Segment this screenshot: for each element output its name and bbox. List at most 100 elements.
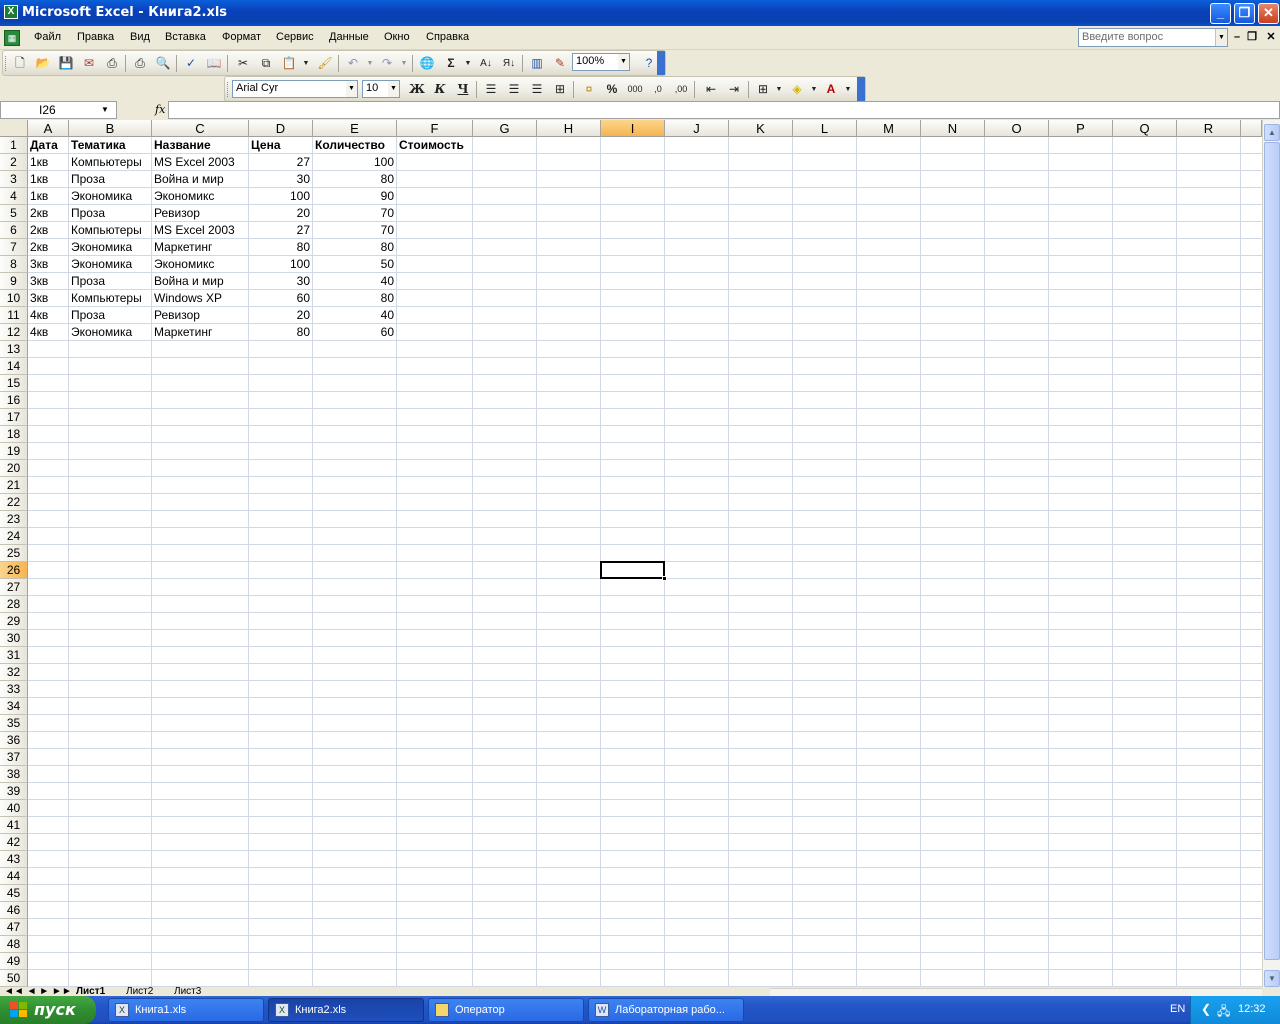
cell-c8[interactable]: Экономикс xyxy=(152,256,248,273)
bold-button[interactable]: Ж xyxy=(407,80,427,99)
scroll-thumb[interactable] xyxy=(1264,142,1280,960)
paste-dropdown-icon[interactable]: ▼ xyxy=(301,54,311,73)
row-header[interactable]: 43 xyxy=(0,851,28,868)
column-header-j[interactable]: J xyxy=(665,120,729,137)
cell-c10[interactable]: Windows XP xyxy=(152,290,248,307)
column-header-o[interactable]: O xyxy=(985,120,1049,137)
drawing-icon[interactable]: ✎ xyxy=(550,54,570,73)
row-header[interactable]: 7 xyxy=(0,239,28,256)
cell-c9[interactable]: Война и мир xyxy=(152,273,248,290)
italic-button[interactable]: К xyxy=(430,80,450,99)
cell-a11[interactable]: 4кв xyxy=(28,307,68,324)
row-header[interactable]: 49 xyxy=(0,953,28,970)
cell-e1[interactable]: Количество xyxy=(313,137,396,154)
row-header[interactable]: 50 xyxy=(0,970,28,987)
cell-a12[interactable]: 4кв xyxy=(28,324,68,341)
cell-b11[interactable]: Проза xyxy=(69,307,151,324)
row-header[interactable]: 34 xyxy=(0,698,28,715)
undo-icon[interactable]: ↶ xyxy=(343,54,363,73)
row-header[interactable]: 31 xyxy=(0,647,28,664)
borders-dropdown-icon[interactable]: ▼ xyxy=(774,80,784,99)
cell-c6[interactable]: MS Excel 2003 xyxy=(152,222,248,239)
column-header-g[interactable]: G xyxy=(473,120,537,137)
currency-icon[interactable]: ¤ xyxy=(579,80,599,99)
increase-indent-icon[interactable]: ⇥ xyxy=(724,80,744,99)
toolbar-options-icon[interactable] xyxy=(857,77,865,101)
show-hidden-icons-icon[interactable]: ❮ xyxy=(1201,1002,1211,1016)
menu-edit[interactable]: Правка xyxy=(77,31,114,43)
cell-b3[interactable]: Проза xyxy=(69,171,151,188)
cell-a9[interactable]: 3кв xyxy=(28,273,68,290)
taskbar-button-word-doc[interactable]: W Лабораторная рабо... xyxy=(588,998,744,1022)
cell-b4[interactable]: Экономика xyxy=(69,188,151,205)
toolbar-grip[interactable] xyxy=(5,56,8,71)
row-header[interactable]: 30 xyxy=(0,630,28,647)
cell-e9[interactable]: 40 xyxy=(313,273,396,290)
cell-e8[interactable]: 50 xyxy=(313,256,396,273)
underline-button[interactable]: Ч xyxy=(453,80,473,99)
row-header[interactable]: 46 xyxy=(0,902,28,919)
row-header[interactable]: 23 xyxy=(0,511,28,528)
column-header-l[interactable]: L xyxy=(793,120,857,137)
fill-handle[interactable] xyxy=(662,576,667,581)
row-header[interactable]: 44 xyxy=(0,868,28,885)
autosum-dropdown-icon[interactable]: ▼ xyxy=(463,54,473,73)
row-header[interactable]: 9 xyxy=(0,273,28,290)
cell-e10[interactable]: 80 xyxy=(313,290,396,307)
ask-question-input[interactable]: Введите вопрос ▼ xyxy=(1078,28,1228,47)
column-header-f[interactable]: F xyxy=(397,120,473,137)
cell-d6[interactable]: 27 xyxy=(249,222,312,239)
cell-a7[interactable]: 2кв xyxy=(28,239,68,256)
row-header[interactable]: 36 xyxy=(0,732,28,749)
cell-c7[interactable]: Маркетинг xyxy=(152,239,248,256)
cell-a4[interactable]: 1кв xyxy=(28,188,68,205)
row-header[interactable]: 16 xyxy=(0,392,28,409)
row-header[interactable]: 10 xyxy=(0,290,28,307)
cell-d2[interactable]: 27 xyxy=(249,154,312,171)
toolbar-options-icon[interactable] xyxy=(657,51,665,75)
row-header[interactable]: 14 xyxy=(0,358,28,375)
cell-d5[interactable]: 20 xyxy=(249,205,312,222)
column-header-d[interactable]: D xyxy=(249,120,313,137)
chevron-down-icon[interactable]: ▼ xyxy=(618,54,629,70)
row-header[interactable]: 18 xyxy=(0,426,28,443)
cell-e4[interactable]: 90 xyxy=(313,188,396,205)
cell-b6[interactable]: Компьютеры xyxy=(69,222,151,239)
row-header[interactable]: 25 xyxy=(0,545,28,562)
workbook-restore-button[interactable]: ❐ xyxy=(1245,30,1259,44)
taskbar-button-kniga1[interactable]: X Книга1.xls xyxy=(108,998,264,1022)
new-icon[interactable]: 🗋 xyxy=(10,54,30,73)
row-header[interactable]: 48 xyxy=(0,936,28,953)
row-header[interactable]: 33 xyxy=(0,681,28,698)
column-header-a[interactable]: A xyxy=(28,120,69,137)
cell-e5[interactable]: 70 xyxy=(313,205,396,222)
chevron-down-icon[interactable]: ▼ xyxy=(94,102,116,118)
email-icon[interactable]: ⎙ xyxy=(102,54,122,73)
increase-decimal-icon[interactable]: ,0 xyxy=(648,80,668,99)
cell-a8[interactable]: 3кв xyxy=(28,256,68,273)
font-name-select[interactable]: Arial Cyr ▼ xyxy=(232,80,358,98)
language-indicator[interactable]: EN xyxy=(1170,1003,1185,1015)
cell-c11[interactable]: Ревизор xyxy=(152,307,248,324)
row-header[interactable]: 27 xyxy=(0,579,28,596)
network-icon[interactable]: 🖧 xyxy=(1217,1002,1230,1023)
close-button[interactable]: ✕ xyxy=(1258,3,1279,24)
toolbar-grip[interactable] xyxy=(227,82,230,97)
cell-a3[interactable]: 1кв xyxy=(28,171,68,188)
merge-center-icon[interactable]: ⊞ xyxy=(550,80,570,99)
row-header[interactable]: 12 xyxy=(0,324,28,341)
zoom-select[interactable]: 100% ▼ xyxy=(572,53,630,71)
cell-c2[interactable]: MS Excel 2003 xyxy=(152,154,248,171)
menu-insert[interactable]: Вставка xyxy=(165,31,206,43)
workbook-icon[interactable]: ▦ xyxy=(4,30,20,46)
save-icon[interactable]: 💾 xyxy=(56,54,76,73)
cell-f1[interactable]: Стоимость xyxy=(397,137,472,154)
row-header[interactable]: 13 xyxy=(0,341,28,358)
cell-c4[interactable]: Экономикс xyxy=(152,188,248,205)
borders-icon[interactable]: ⊞ xyxy=(753,80,773,99)
column-header-b[interactable]: B xyxy=(69,120,152,137)
cell-b1[interactable]: Тематика xyxy=(69,137,151,154)
cell-b9[interactable]: Проза xyxy=(69,273,151,290)
sort-descending-icon[interactable]: Я↓ xyxy=(499,54,519,73)
open-icon[interactable]: 📂 xyxy=(33,54,53,73)
